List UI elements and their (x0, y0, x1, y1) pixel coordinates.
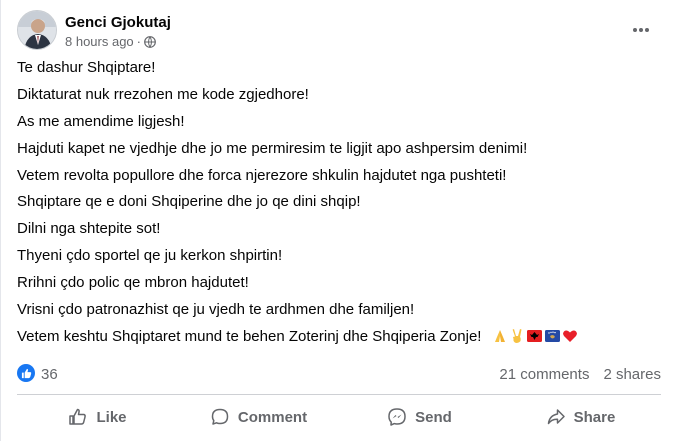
comment-label: Comment (237, 408, 308, 426)
shares-count[interactable]: 2 shares (603, 366, 661, 383)
post-header: Genci Gjokutaj 8 hours ago · (17, 10, 657, 52)
globe-icon[interactable] (144, 35, 156, 48)
post-timestamp[interactable]: 8 hours ago (65, 34, 134, 49)
victory-hand-icon (512, 328, 522, 343)
like-button[interactable]: Like (17, 399, 178, 435)
post-line-last: Vetem keshtu Shqiptaret mund te behen Zo… (17, 327, 657, 354)
post-line-text: Vetem keshtu Shqiptaret mund te behen Zo… (17, 327, 482, 345)
comments-count[interactable]: 21 comments (499, 366, 589, 383)
messenger-icon (388, 408, 406, 426)
like-reaction-icon[interactable] (17, 364, 35, 382)
post-line: Dilni nga shtepite sot! (17, 220, 161, 238)
post-line: Vetem revolta popullore dhe forca njerez… (17, 166, 507, 184)
avatar-image (18, 11, 56, 49)
post-stats: 36 21 comments 2 shares (17, 362, 661, 388)
more-options-button[interactable] (629, 18, 653, 42)
post-text: Te dashur Shqiptare! Diktaturat nuk rrez… (17, 58, 657, 354)
send-button[interactable]: Send (339, 399, 500, 435)
share-icon (547, 409, 565, 425)
kosovo-flag-icon (544, 329, 560, 342)
reaction-count[interactable]: 36 (41, 366, 58, 383)
comment-icon (211, 408, 229, 425)
post-line: Hajduti kapet ne vjedhje dhe jo me permi… (17, 139, 528, 157)
engagement-counts: 21 comments 2 shares (499, 366, 661, 383)
red-heart-icon (562, 330, 577, 342)
more-icon (633, 28, 649, 32)
send-label: Send (415, 408, 452, 426)
post-line: Vrisni çdo patronazhist qe ju vjedh te a… (17, 301, 415, 319)
post-line: Te dashur Shqiptare! (17, 59, 156, 76)
comment-button[interactable]: Comment (178, 399, 339, 435)
albania-flag-icon (526, 329, 542, 342)
author-name[interactable]: Genci Gjokutaj (65, 14, 171, 31)
facebook-post: Genci Gjokutaj 8 hours ago · Te dashur S… (0, 0, 673, 441)
post-line: Rrihni çdo polic qe mbron hajdutet! (17, 274, 249, 292)
share-button[interactable]: Share (500, 399, 661, 435)
meta-separator: · (136, 34, 142, 49)
post-line: As me amendime ligjesh! (17, 112, 185, 130)
post-line: Thyeni çdo sportel qe ju kerkon shpirtin… (17, 247, 283, 265)
like-label: Like (96, 408, 127, 426)
avatar[interactable] (17, 10, 57, 50)
action-bar: Like Comment Send Share (17, 399, 661, 435)
post-line: Shqiptare qe e doni Shqiperine dhe jo qe… (17, 193, 361, 211)
emoji-group (492, 328, 578, 344)
thumbs-up-icon (69, 408, 87, 425)
post-meta: 8 hours ago · (65, 34, 156, 49)
folded-hands-icon (494, 329, 505, 342)
post-line: Diktaturat nuk rrezohen me kode zgjedhor… (17, 85, 309, 103)
divider (17, 394, 661, 395)
share-label: Share (573, 408, 616, 426)
